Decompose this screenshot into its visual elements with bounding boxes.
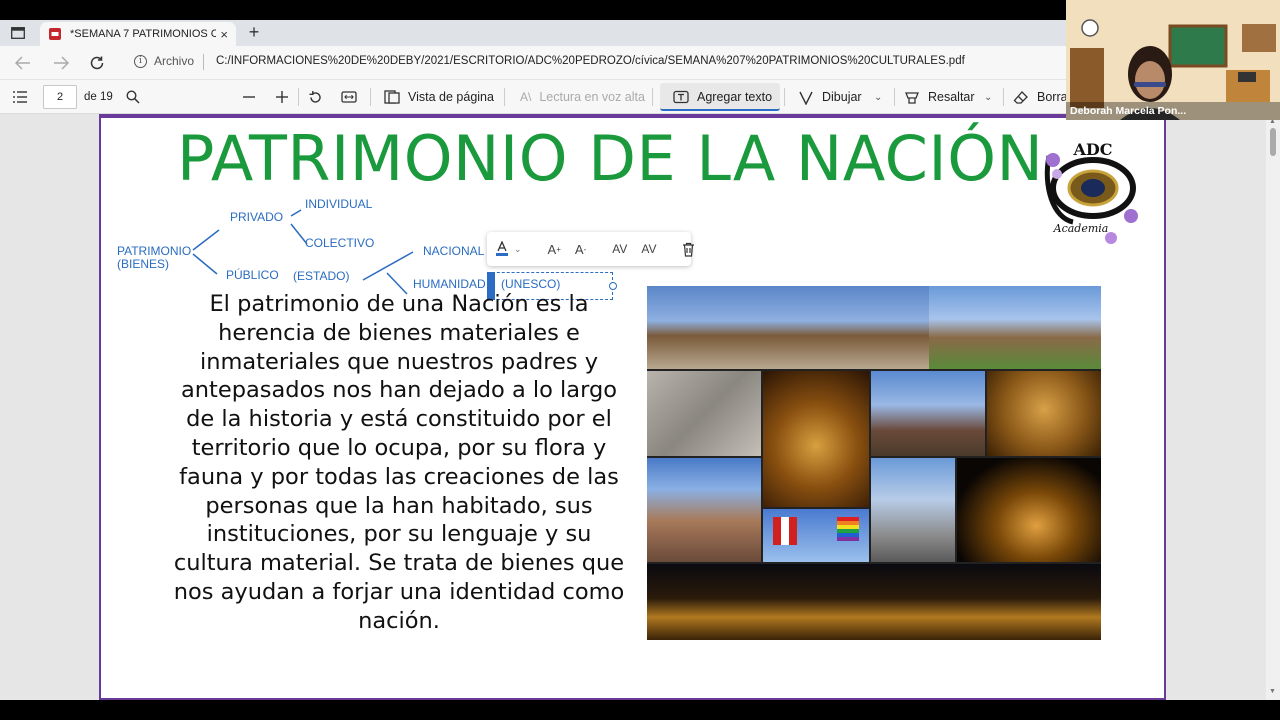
draw-icon bbox=[799, 91, 813, 105]
forward-icon[interactable] bbox=[50, 52, 72, 74]
night-fortress-photo bbox=[957, 458, 1101, 562]
add-text-icon bbox=[673, 90, 689, 104]
eraser-icon bbox=[1013, 90, 1028, 104]
decrease-font-icon[interactable]: A- bbox=[575, 242, 586, 257]
tab-title: *SEMANA 7 PATRIMONIOS CULT bbox=[70, 28, 217, 40]
add-text-button[interactable]: Agregar texto bbox=[673, 80, 772, 114]
page-view-button[interactable]: Vista de página bbox=[384, 80, 494, 114]
toolbar-divider bbox=[298, 88, 299, 106]
diagram-publico: PÚBLICO bbox=[226, 268, 279, 282]
highlight-label: Resaltar bbox=[928, 90, 975, 104]
page-view-icon bbox=[384, 90, 400, 104]
page-view-label: Vista de página bbox=[408, 90, 494, 104]
pdf-icon bbox=[49, 28, 61, 40]
page-total: de 19 bbox=[84, 91, 113, 103]
url-input[interactable]: C:/INFORMACIONES%20DE%20DEBY/2021/ESCRIT… bbox=[216, 55, 965, 67]
pdf-page: PATRIMONIO DE LA NACIÓN PATRIMONIO (BIEN… bbox=[99, 114, 1166, 700]
highlight-options-chevron-down-icon[interactable]: ⌄ bbox=[984, 80, 992, 114]
read-aloud-label: Lectura en voz alta bbox=[539, 90, 645, 104]
draw-options-chevron-down-icon[interactable]: ⌄ bbox=[874, 80, 882, 114]
diagram-root: PATRIMONIO bbox=[117, 244, 192, 258]
increase-spacing-icon[interactable]: AV bbox=[612, 242, 627, 256]
diagram-nacional: NACIONAL bbox=[423, 244, 485, 258]
participant-name: Deborah Marcela Pon... bbox=[1066, 102, 1280, 120]
search-icon[interactable] bbox=[126, 80, 140, 114]
text-color-button[interactable]: ⌄ bbox=[495, 241, 522, 257]
tunnel-person-photo bbox=[763, 371, 869, 507]
monument-statue-photo bbox=[871, 458, 955, 562]
highlight-button[interactable]: Resaltar bbox=[904, 80, 975, 114]
draw-button[interactable]: Dibujar bbox=[798, 80, 862, 114]
diagram-humanidad: HUMANIDAD bbox=[413, 277, 486, 291]
toolbar-divider bbox=[370, 88, 371, 106]
decrease-spacing-icon[interactable]: AV bbox=[641, 242, 656, 256]
increase-font-icon[interactable]: A + bbox=[548, 242, 561, 257]
tab-actions-icon[interactable] bbox=[8, 24, 28, 42]
diagram-privado: PRIVADO bbox=[230, 210, 284, 224]
erase-button[interactable]: Borra bbox=[1013, 80, 1068, 114]
highlight-icon bbox=[905, 91, 919, 104]
diagram-root-sub: (BIENES) bbox=[117, 257, 170, 271]
diagram-estado: (ESTADO) bbox=[293, 269, 350, 283]
inca-wall-photo bbox=[647, 371, 761, 456]
logo-text-bottom: Academia bbox=[1053, 222, 1109, 235]
scroll-down-icon[interactable]: ▼ bbox=[1269, 688, 1276, 695]
diagram-unesco[interactable]: (UNESCO) bbox=[501, 277, 560, 291]
new-tab-button[interactable]: + bbox=[244, 22, 264, 43]
toolbar-divider bbox=[504, 88, 505, 106]
toolbar-divider bbox=[652, 88, 653, 106]
page-number-input[interactable]: 2 bbox=[43, 85, 77, 109]
stone-wall-photo bbox=[987, 371, 1101, 456]
browser-tab[interactable]: *SEMANA 7 PATRIMONIOS CULT × bbox=[40, 22, 236, 46]
flags-photo bbox=[763, 509, 869, 562]
url-separator bbox=[203, 54, 204, 70]
body-paragraph: El patrimonio de una Nación es la herenc… bbox=[173, 291, 625, 634]
text-box-resize-handle[interactable] bbox=[609, 282, 617, 290]
logo-text-top: ADC bbox=[1072, 140, 1112, 159]
rotate-icon[interactable] bbox=[308, 80, 323, 114]
close-tab-icon[interactable]: × bbox=[220, 27, 228, 42]
refresh-icon[interactable] bbox=[86, 52, 108, 74]
site-info[interactable]: i Archivo bbox=[134, 54, 194, 68]
text-color-chevron-down-icon: ⌄ bbox=[514, 243, 522, 254]
toolbar-divider bbox=[784, 88, 785, 106]
city-night-panorama-photo bbox=[647, 564, 1101, 640]
erase-label: Borra bbox=[1037, 90, 1068, 104]
webcam-video: Deborah Marcela Pon... bbox=[1066, 0, 1280, 120]
cathedral-plaza-photo bbox=[647, 286, 929, 369]
scrollbar-thumb[interactable] bbox=[1270, 128, 1276, 156]
diagram-individual: INDIVIDUAL bbox=[305, 197, 373, 211]
zoom-in-icon[interactable] bbox=[275, 80, 289, 114]
toolbar-divider bbox=[1003, 88, 1004, 106]
read-aloud-button[interactable]: A\ Lectura en voz alta bbox=[520, 80, 645, 114]
text-format-popup: ⌄ A + A- AV AV bbox=[487, 232, 695, 266]
zoom-out-icon[interactable] bbox=[242, 80, 256, 114]
vertical-scrollbar[interactable]: ▲ ▼ bbox=[1266, 114, 1280, 700]
table-of-contents-icon[interactable] bbox=[12, 80, 28, 114]
bottom-bar bbox=[0, 700, 1280, 720]
back-icon[interactable] bbox=[12, 52, 34, 74]
add-text-label: Agregar texto bbox=[697, 90, 773, 104]
screen: *SEMANA 7 PATRIMONIOS CULT × + i Archivo… bbox=[0, 0, 1280, 720]
adc-academia-logo: ADC Academia bbox=[1044, 140, 1138, 244]
cusco-photo-collage bbox=[647, 286, 1101, 640]
text-color-icon bbox=[496, 241, 508, 256]
fit-page-icon[interactable] bbox=[341, 80, 357, 114]
draw-label: Dibujar bbox=[822, 90, 862, 104]
church-plaza-photo bbox=[929, 286, 1101, 369]
flags-icon bbox=[773, 517, 859, 545]
cathedral-facade-photo bbox=[647, 458, 761, 562]
delete-icon[interactable] bbox=[682, 242, 695, 257]
read-aloud-icon: A\ bbox=[520, 90, 532, 104]
info-icon: i bbox=[134, 54, 147, 68]
diagram-colectivo: COLECTIVO bbox=[305, 236, 375, 250]
url-label: Archivo bbox=[154, 54, 195, 68]
toolbar-divider bbox=[894, 88, 895, 106]
church-tower-photo bbox=[871, 371, 985, 456]
